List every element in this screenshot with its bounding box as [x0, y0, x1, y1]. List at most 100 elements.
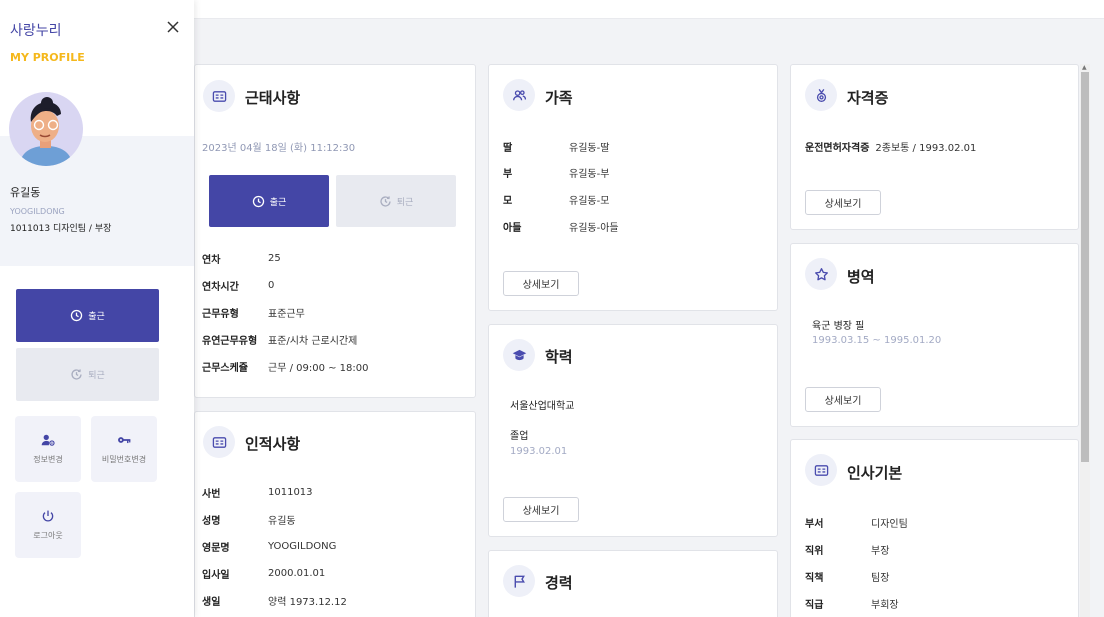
military-line: 육군 병장 필: [812, 321, 865, 332]
education-school: 서울산업대학교: [510, 401, 575, 412]
career-card: 경력: [488, 550, 778, 617]
attendance-row: 근무스케쥴 근무 / 09:00 ~ 18:00: [202, 359, 369, 374]
career-title: 경력: [545, 574, 573, 592]
profile-name: 유길동: [10, 186, 41, 199]
clock-refresh-icon: [71, 369, 82, 380]
row-key: 근무유형: [202, 309, 239, 320]
clock-out-button[interactable]: 퇴근: [336, 175, 456, 227]
row-value: 유길동: [268, 516, 296, 527]
attendance-row: 근무유형 표준근무: [202, 305, 305, 320]
close-icon[interactable]: [165, 19, 181, 35]
power-icon: [42, 510, 54, 522]
scrollbar[interactable]: ▲: [1080, 64, 1090, 617]
clock-in-label: 출근: [269, 197, 287, 208]
row-key: 성명: [202, 516, 221, 527]
row-value: 근무 / 09:00 ~ 18:00: [268, 363, 369, 374]
scroll-up-arrow-icon[interactable]: ▲: [1082, 64, 1087, 71]
license-row: 운전면허자격증 2종보통 / 1993.02.01: [805, 139, 976, 154]
education-date: 1993.02.01: [510, 446, 568, 457]
personal-row: 생일 양력 1973.12.12: [202, 593, 347, 608]
license-title: 자격증: [847, 89, 889, 107]
military-period: 1993.03.15 ~ 1995.01.20: [812, 335, 942, 346]
hr-title: 인사기본: [847, 464, 903, 482]
hr-row: 직급 부회장: [805, 596, 899, 611]
logout-tile[interactable]: 로그아웃: [15, 492, 81, 558]
clock-in-button[interactable]: 출근: [209, 175, 329, 227]
row-value: 유길동-부: [569, 169, 610, 180]
id-card-icon: [805, 454, 837, 486]
row-key: 직급: [805, 600, 824, 611]
license-value: 2종보통 / 1993.02.01: [875, 143, 977, 154]
row-value: 표준근무: [268, 309, 305, 320]
profile-name-en: YOOGILDONG: [10, 207, 65, 216]
education-title: 학력: [545, 348, 573, 366]
panel-clock-out-button[interactable]: 퇴근: [16, 348, 159, 401]
row-key: 부: [503, 169, 513, 180]
row-value: 유길동-딸: [569, 143, 610, 154]
hr-card: 인사기본 부서 디자인팀 직위 부장 직책 팀장 직급 부회장: [790, 439, 1079, 617]
people-icon: [503, 79, 535, 111]
personal-row: 사번 1011013: [202, 485, 313, 500]
user-gear-icon: [41, 434, 55, 446]
change-password-tile[interactable]: 비밀번호변경: [91, 416, 157, 482]
row-key: 입사일: [202, 570, 230, 581]
row-key: 아들: [503, 223, 522, 234]
row-key: 딸: [503, 143, 513, 154]
license-detail-button[interactable]: 상세보기: [805, 190, 881, 215]
family-title: 가족: [545, 89, 573, 107]
row-key: 연차시간: [202, 282, 239, 293]
clock-refresh-icon: [380, 195, 391, 207]
row-key: 연차: [202, 255, 221, 266]
family-detail-button[interactable]: 상세보기: [503, 271, 579, 296]
row-value: 부장: [871, 546, 890, 557]
row-value: YOOGILDONG: [268, 541, 337, 552]
row-key: 직책: [805, 573, 824, 584]
personal-card: 인적사항 사번 1011013 성명 유길동 영문명 YOOGILDONG 입사일 20…: [194, 411, 476, 617]
hr-row: 직책 팀장: [805, 569, 889, 584]
hr-row: 직위 부장: [805, 542, 889, 557]
family-row: 딸 유길동-딸: [503, 139, 609, 154]
clock-out-label: 퇴근: [88, 371, 105, 381]
family-row: 아들 유길동-아들: [503, 219, 619, 234]
row-key: 직위: [805, 546, 824, 557]
profile-dept: 1011013 디자인팀 / 부장: [10, 224, 112, 234]
row-value: 디자인팀: [871, 519, 908, 530]
personal-title: 인적사항: [245, 435, 301, 453]
row-key: 근무스케쥴: [202, 363, 248, 374]
row-value: 양력 1973.12.12: [268, 597, 347, 608]
row-value: 2000.01.01: [268, 568, 326, 579]
military-detail-button[interactable]: 상세보기: [805, 387, 881, 412]
personal-row: 입사일 2000.01.01: [202, 566, 325, 581]
id-card-icon: [203, 426, 235, 458]
profile-panel: 사랑누리 MY PROFILE 유길동 YOOGILDONG 1011013 디…: [0, 0, 194, 617]
row-value: 1011013: [268, 487, 313, 498]
row-key: 유연근무유형: [202, 336, 258, 347]
family-row: 모 유길동-모: [503, 192, 609, 207]
row-key: 모: [503, 196, 513, 207]
clock-in-label: 출근: [88, 312, 105, 322]
license-card: 자격증 운전면허자격증 2종보통 / 1993.02.01 상세보기: [790, 64, 1079, 230]
family-row: 부 유길동-부: [503, 165, 609, 180]
edit-profile-tile[interactable]: 정보변경: [15, 416, 81, 482]
personal-row: 영문명 YOOGILDONG: [202, 539, 336, 554]
education-card: 학력 서울산업대학교 졸업 1993.02.01 상세보기: [488, 324, 778, 537]
clock-icon: [252, 195, 264, 207]
military-card: 병역 육군 병장 필 1993.03.15 ~ 1995.01.20 상세보기: [790, 243, 1079, 427]
row-value: 부회장: [871, 600, 899, 611]
license-name: 운전면허자격증: [805, 143, 870, 154]
hr-row: 부서 디자인팀: [805, 515, 908, 530]
star-icon: [805, 258, 837, 290]
graduation-cap-icon: [503, 339, 535, 371]
id-card-icon: [203, 80, 235, 112]
education-detail-button[interactable]: 상세보기: [503, 497, 579, 522]
row-key: 영문명: [202, 543, 230, 554]
scrollbar-thumb[interactable]: [1081, 72, 1089, 462]
row-key: 생일: [202, 597, 221, 608]
panel-clock-in-button[interactable]: 출근: [16, 289, 159, 342]
attendance-row: 연차시간 0: [202, 278, 274, 293]
row-value: 0: [268, 280, 275, 291]
medal-icon: [805, 79, 837, 111]
family-card: 가족 딸 유길동-딸 부 유길동-부 모 유길동-모 아들 유길동-아들 상세보기: [488, 64, 778, 311]
row-value: 유길동-아들: [569, 223, 619, 234]
education-status: 졸업: [510, 431, 529, 442]
